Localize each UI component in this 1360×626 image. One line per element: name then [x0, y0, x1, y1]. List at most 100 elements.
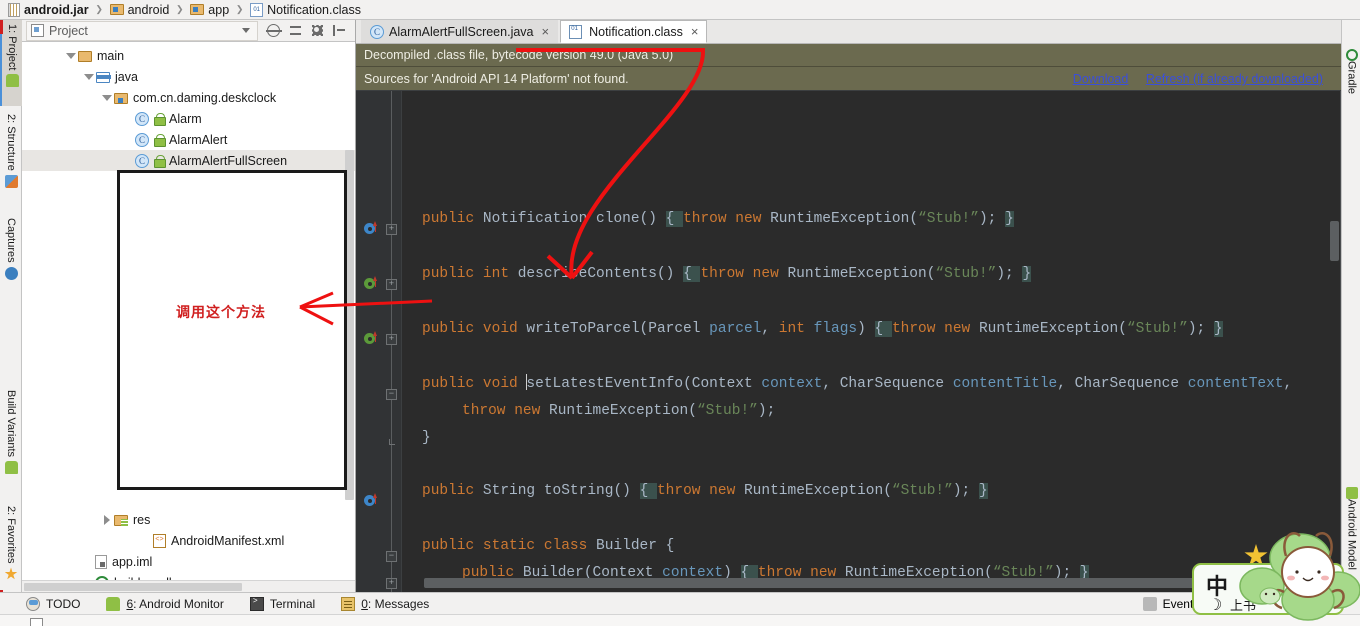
code-editor[interactable]: + + + − − + + public Notification clone(…	[356, 91, 1341, 592]
hide-icon[interactable]	[333, 24, 346, 37]
chevron-down-icon[interactable]	[242, 28, 250, 33]
iml-icon	[95, 554, 107, 569]
tree-item-label: AlarmAlertFullScreen	[169, 153, 288, 168]
fold-expand-icon[interactable]: +	[386, 334, 397, 345]
override-marker-icon[interactable]	[364, 331, 377, 345]
target-icon[interactable]	[266, 24, 282, 37]
fold-collapse-icon[interactable]: −	[386, 389, 397, 400]
ime-toolbar[interactable]: 中 ， ☽ 上书	[1192, 563, 1344, 615]
structure-icon	[4, 174, 18, 188]
tree-item-alarmalert[interactable]: AlarmAlert	[22, 129, 355, 150]
chevron-down-icon[interactable]	[82, 70, 96, 84]
sidebar-item-label: Build Variants	[5, 390, 17, 458]
star-icon	[4, 567, 18, 580]
fold-end-icon	[389, 439, 395, 445]
android-monitor-icon	[106, 596, 121, 611]
tree-item-main[interactable]: main	[22, 45, 355, 66]
folder-icon	[190, 4, 205, 15]
tab-alarmalertfullscreen-java[interactable]: AlarmAlertFullScreen.java ×	[361, 20, 559, 43]
folder-blue-icon	[96, 72, 111, 83]
code-line-setlatesteventinfo: public void setLatestEventInfo(Context c…	[422, 374, 1293, 392]
status-item-terminal[interactable]: Terminal	[249, 596, 315, 611]
tree-item-res[interactable]: res	[22, 509, 355, 530]
gear-icon[interactable]	[311, 24, 324, 37]
project-horizontal-scrollbar[interactable]	[22, 580, 355, 592]
captures-icon	[4, 266, 18, 280]
code-line: public static class Builder {	[422, 538, 675, 554]
status-item-messages[interactable]: 0 : Messages	[341, 596, 430, 611]
checkbox[interactable]	[30, 618, 43, 626]
breadcrumb-item-android[interactable]: android	[108, 0, 172, 20]
tree-item-label: res	[133, 512, 151, 527]
override-marker-icon[interactable]	[364, 221, 377, 235]
scrollbar-thumb[interactable]	[24, 583, 242, 591]
sidebar-item-android-model[interactable]: Android Model	[1342, 480, 1360, 590]
sidebar-item-captures[interactable]: Captures	[0, 214, 22, 304]
sidebar-item-favorites[interactable]: 2: Favorites	[0, 502, 22, 602]
ime-punctuation-toggle[interactable]: ，	[1238, 571, 1251, 590]
close-icon[interactable]: ×	[691, 25, 699, 38]
jar-icon	[8, 2, 20, 17]
bottom-cutoff-row	[0, 614, 1360, 626]
tree-item-alarmalertfullscreen[interactable]: AlarmAlertFullScreen	[22, 150, 355, 171]
editor-vertical-scrollbar[interactable]	[1330, 221, 1339, 261]
xml-icon	[153, 533, 166, 548]
window-edge-marker	[0, 20, 3, 34]
fold-collapse-icon[interactable]: −	[386, 551, 397, 562]
sidebar-item-build-variants[interactable]: Build Variants	[0, 386, 22, 498]
tree-item-alarm[interactable]: Alarm	[22, 108, 355, 129]
terminal-icon	[249, 596, 264, 611]
fold-expand-icon[interactable]: +	[386, 224, 397, 235]
chevron-down-icon[interactable]	[100, 91, 114, 105]
sources-notice-text: Sources for 'Android API 14 Platform' no…	[364, 72, 629, 86]
download-link[interactable]: Download	[1073, 72, 1129, 86]
breadcrumb-item-app[interactable]: app	[188, 0, 231, 20]
tree-item-label: AlarmAlert	[169, 132, 228, 147]
sidebar-item-project[interactable]: 1: Project	[0, 20, 22, 106]
ime-secondary-label[interactable]: 上书	[1230, 595, 1256, 613]
project-panel-toolbar	[258, 24, 353, 37]
chevron-down-icon[interactable]	[64, 49, 78, 63]
class-file-icon	[250, 2, 264, 17]
refresh-link[interactable]: Refresh (if already downloaded)	[1146, 72, 1323, 86]
ime-dot-icon[interactable]	[1251, 579, 1256, 584]
breadcrumb-item-notification-class[interactable]: Notification.class	[248, 0, 363, 20]
tree-item-app-iml[interactable]: app.iml	[22, 551, 355, 572]
status-item-android-monitor[interactable]: 6 : Android Monitor	[106, 596, 224, 611]
breadcrumb-separator	[173, 0, 186, 20]
status-item-label: : Messages	[367, 596, 430, 611]
ime-moon-icon[interactable]: ☽	[1208, 595, 1222, 613]
close-icon[interactable]: ×	[542, 25, 550, 38]
sidebar-item-gradle[interactable]: Gradle	[1342, 42, 1360, 102]
status-bar: TODO 6 : Android Monitor Terminal 0 : Me…	[0, 592, 1360, 614]
override-marker-icon[interactable]	[364, 493, 377, 507]
sidebar-item-structure[interactable]: 2: Structure	[0, 110, 22, 210]
code-text[interactable]: public Notification clone() { throw new …	[402, 91, 1341, 592]
scrollbar-thumb[interactable]	[424, 578, 1269, 588]
breadcrumb-item-android-jar[interactable]: android.jar	[6, 0, 91, 20]
res-folder-icon	[114, 515, 128, 526]
fold-expand-icon[interactable]: +	[386, 578, 397, 589]
java-class-icon	[370, 25, 384, 39]
messages-icon	[341, 596, 356, 611]
class-icon	[135, 132, 149, 147]
sidebar-item-label: Gradle	[1345, 61, 1358, 95]
tree-item-java[interactable]: java	[22, 66, 355, 87]
project-view-selector[interactable]: Project	[26, 20, 258, 41]
code-line: }	[422, 430, 431, 446]
code-line: public String toString() { throw new Run…	[422, 483, 988, 499]
editor-area: AlarmAlertFullScreen.java × Notification…	[356, 20, 1341, 592]
android-icon	[4, 461, 18, 475]
tree-item-androidmanifest[interactable]: AndroidManifest.xml	[22, 530, 355, 551]
tab-notification-class[interactable]: Notification.class ×	[560, 20, 708, 43]
status-item-todo[interactable]: TODO	[26, 596, 80, 611]
folder-icon	[78, 51, 92, 62]
fold-expand-icon[interactable]: +	[386, 279, 397, 290]
chevron-right-icon[interactable]	[100, 513, 114, 527]
tree-item-label: java	[115, 69, 138, 84]
collapse-all-icon[interactable]	[289, 24, 302, 37]
class-icon	[135, 153, 149, 168]
annotation-whiteout-box	[117, 170, 347, 490]
override-marker-icon[interactable]	[364, 276, 377, 290]
tree-item-package[interactable]: com.cn.daming.deskclock	[22, 87, 355, 108]
